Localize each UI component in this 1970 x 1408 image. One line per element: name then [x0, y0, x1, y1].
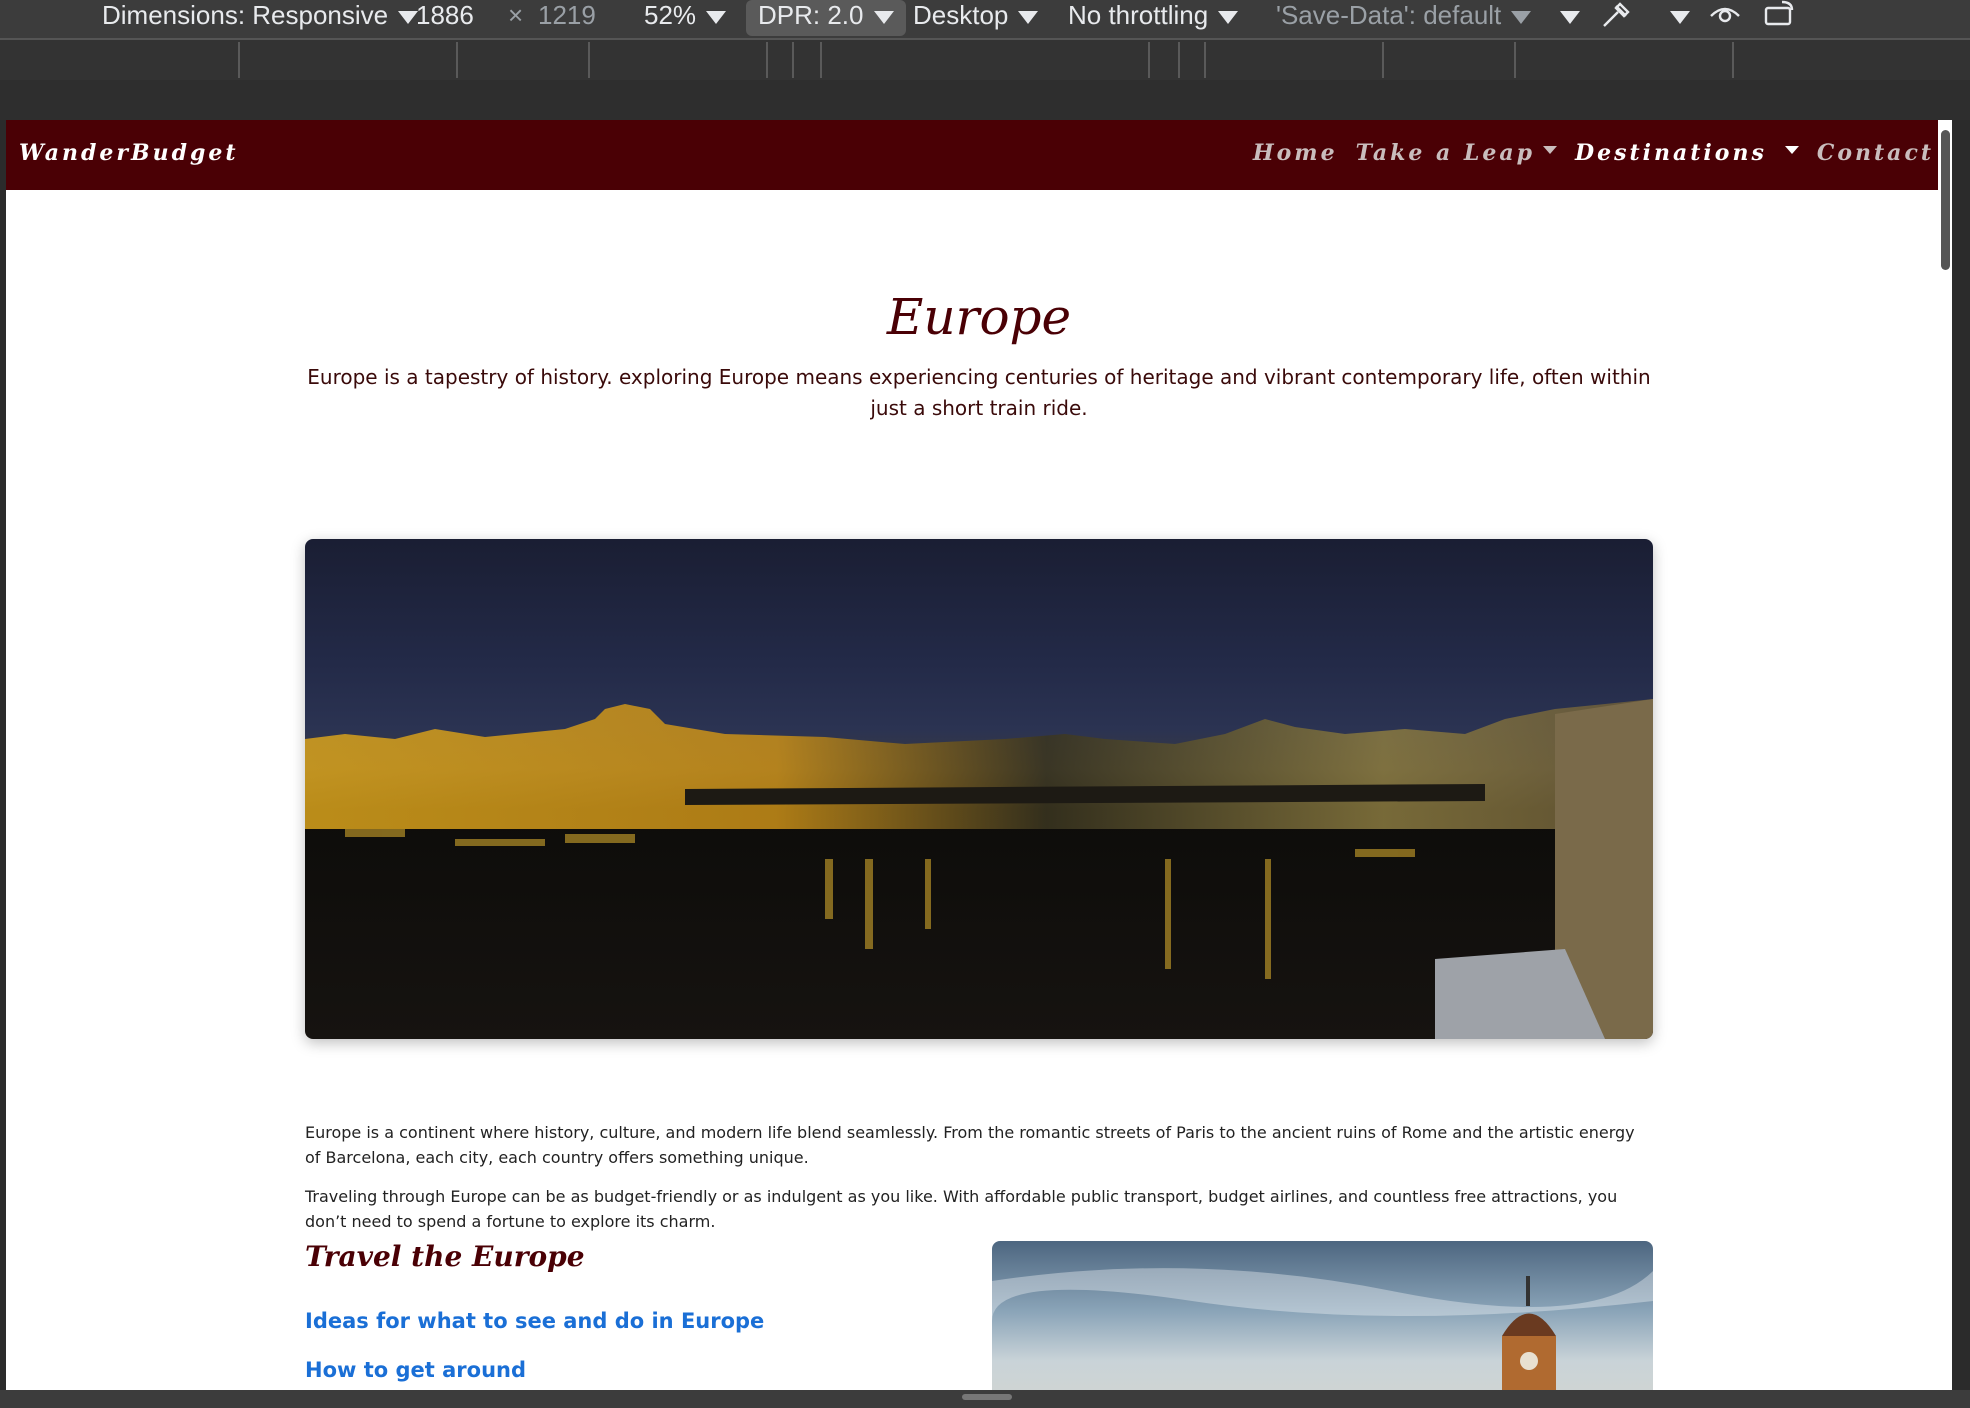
ruler-divider	[1382, 42, 1384, 78]
section-title: Travel the Europe	[305, 1240, 585, 1273]
dimensions-dropdown[interactable]: Dimensions: Responsive	[102, 0, 419, 36]
brand-logo[interactable]: WanderBudget	[19, 140, 239, 166]
caret-down-icon	[1784, 146, 1799, 154]
eyedropper-icon[interactable]	[1598, 0, 1632, 36]
zoom-dropdown[interactable]: 52%	[644, 0, 727, 36]
ruler-divider	[1204, 42, 1206, 78]
side-image-church-tower	[992, 1241, 1653, 1390]
times-icon: ×	[508, 0, 524, 30]
page-scrollbar[interactable]	[1938, 120, 1952, 1390]
ruler-divider	[1148, 42, 1150, 78]
emulated-viewport: WanderBudget Home Take a Leap Destinatio…	[6, 120, 1952, 1390]
nav-contact[interactable]: Contact	[1817, 140, 1934, 166]
ruler-divider	[1514, 42, 1516, 78]
media-query-ruler[interactable]	[0, 38, 1970, 82]
intro-paragraph-2: Traveling through Europe can be as budge…	[305, 1187, 1618, 1231]
hero-image-prague-night	[305, 539, 1653, 1039]
rotate-icon[interactable]	[1762, 0, 1798, 36]
ruler-divider	[792, 42, 794, 78]
chevron-down-icon	[1218, 10, 1239, 24]
main-nav: Home Take a Leap Destinations Contact	[1235, 140, 1934, 166]
height-input[interactable]: 1219	[538, 0, 596, 36]
width-input[interactable]: 1886	[416, 0, 474, 36]
link-ideas[interactable]: Ideas for what to see and do in Europe	[305, 1309, 764, 1333]
dpr-label: DPR: 2.0	[758, 0, 864, 30]
nav-take-a-leap-label: Take a Leap	[1355, 140, 1536, 166]
nav-home-label: Home	[1252, 140, 1338, 166]
nav-destinations-label: Destinations	[1575, 140, 1767, 166]
devtools-device-toolbar: Dimensions: Responsive 1886 × 1219 52% D…	[0, 0, 1970, 38]
save-data-label: 'Save-Data': default	[1276, 0, 1502, 30]
intro-paragraph-1: Europe is a continent where history, cul…	[305, 1123, 1635, 1167]
nav-home[interactable]: Home	[1253, 140, 1338, 166]
ruler-divider	[588, 42, 590, 78]
nav-take-a-leap[interactable]: Take a Leap	[1355, 140, 1558, 166]
chevron-down-icon	[1511, 10, 1532, 24]
viewport-gutter	[0, 80, 1970, 120]
throttling-dropdown[interactable]: No throttling	[1068, 0, 1239, 36]
ruler-divider	[1732, 42, 1734, 78]
more-dropdown[interactable]	[1550, 0, 1580, 36]
resize-handle-bar	[0, 1390, 1970, 1408]
ruler-divider	[766, 42, 768, 78]
page-title: Europe	[886, 288, 1072, 346]
ruler-divider	[456, 42, 458, 78]
ruler-divider	[238, 42, 240, 78]
save-data-dropdown[interactable]: 'Save-Data': default	[1276, 0, 1532, 36]
more-dropdown-2[interactable]	[1660, 0, 1690, 36]
caret-down-icon	[1543, 146, 1558, 154]
resize-handle[interactable]	[962, 1394, 1012, 1400]
dpr-dropdown[interactable]: DPR: 2.0	[746, 0, 906, 36]
device-type-dropdown[interactable]: Desktop	[913, 0, 1039, 36]
throttling-label: No throttling	[1068, 0, 1209, 30]
nav-contact-label: Contact	[1816, 140, 1934, 166]
lead-text: Europe is a tapestry of history. explori…	[307, 365, 1651, 420]
dimensions-label: Dimensions: Responsive	[102, 0, 389, 30]
nav-destinations[interactable]: Destinations	[1575, 140, 1799, 166]
chevron-down-icon	[1670, 10, 1690, 24]
site-navbar: WanderBudget Home Take a Leap Destinatio…	[6, 120, 1952, 190]
vision-deficiency-icon[interactable]	[1708, 0, 1742, 36]
chevron-down-icon	[873, 10, 894, 24]
ruler-divider	[820, 42, 822, 78]
chevron-down-icon	[1560, 10, 1580, 24]
zoom-label: 52%	[644, 0, 697, 30]
scrollbar-thumb[interactable]	[1941, 130, 1950, 270]
link-get-around[interactable]: How to get around	[305, 1358, 526, 1382]
ruler-divider	[1178, 42, 1180, 78]
chevron-down-icon	[706, 10, 727, 24]
device-type-label: Desktop	[913, 0, 1009, 30]
chevron-down-icon	[1018, 10, 1039, 24]
